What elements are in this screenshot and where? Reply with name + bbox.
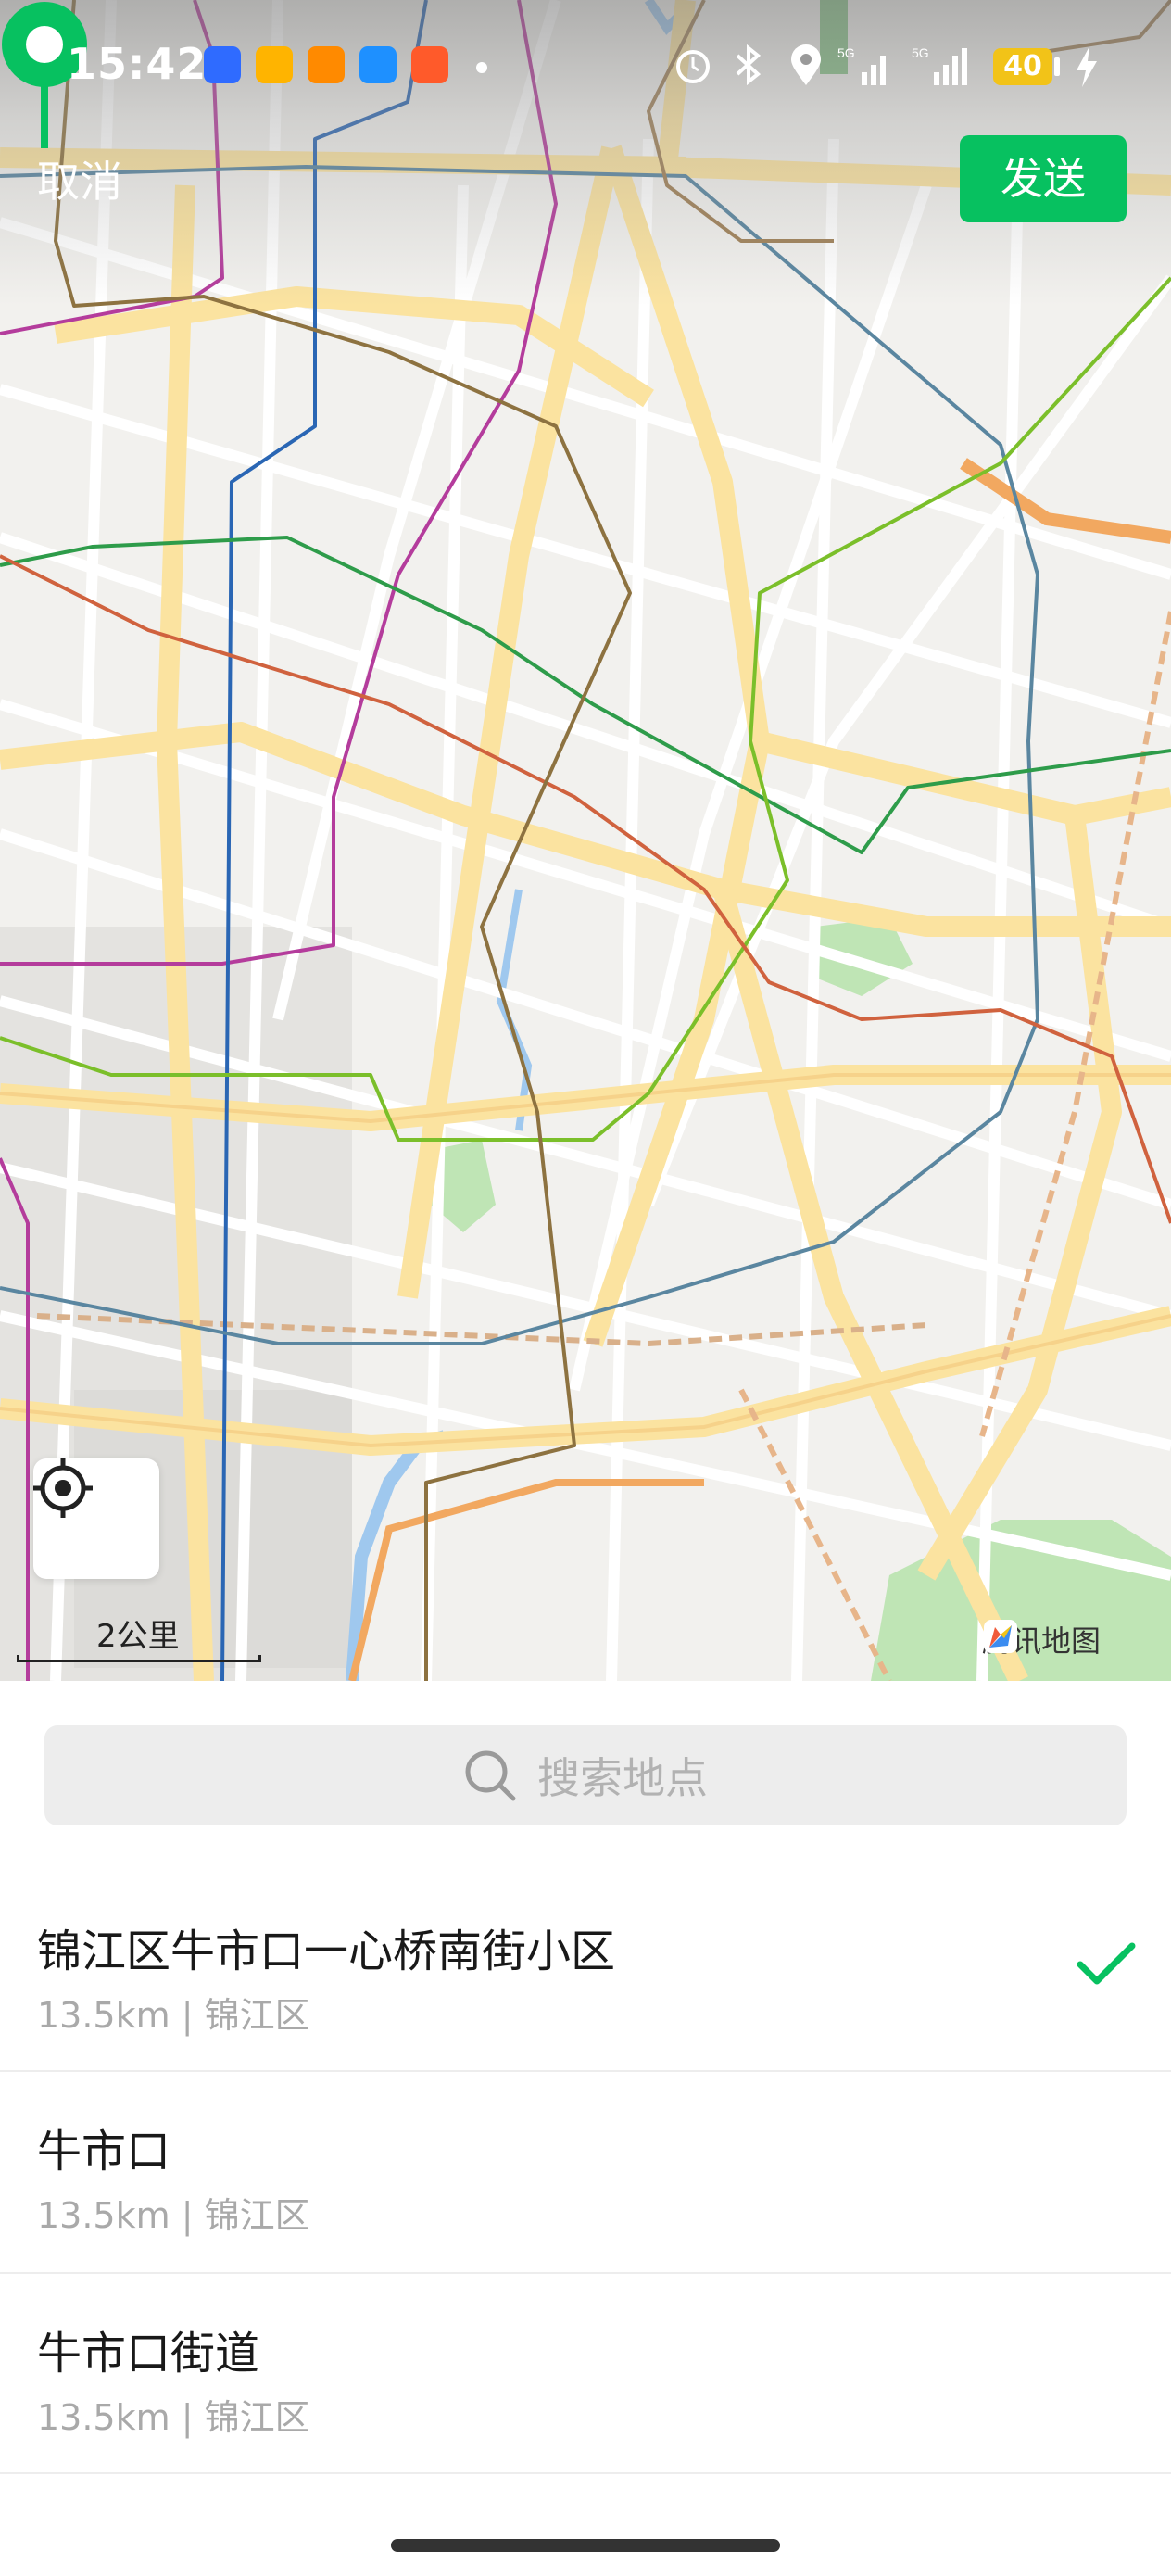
location-name: 牛市口街道	[37, 2328, 260, 2380]
status-bar: 15:42 5G 5G 40	[0, 0, 1171, 139]
selected-check-icon	[1077, 1942, 1136, 1985]
baidu-app-icon	[204, 46, 241, 83]
svg-text:5G: 5G	[837, 45, 855, 60]
location-distance-district: 13.5km | 锦江区	[37, 2195, 310, 2236]
search-icon	[465, 1750, 516, 1801]
search-input[interactable]: 搜索地点	[44, 1725, 1127, 1825]
signal-5g-icon: 5G	[912, 45, 967, 85]
location-name: 牛市口	[37, 2126, 171, 2178]
red-app-icon	[411, 46, 448, 83]
map-view[interactable]: 2公里 腾讯地图	[0, 0, 1171, 1681]
charging-icon	[1077, 46, 1097, 87]
yellow-app-icon	[256, 46, 293, 83]
bluetooth-icon	[736, 44, 762, 85]
list-divider	[0, 2472, 1171, 2474]
send-button[interactable]: 发送	[960, 135, 1127, 222]
location-distance-district: 13.5km | 锦江区	[37, 1995, 310, 2036]
battery-indicator: 40	[993, 48, 1052, 85]
status-time: 15:42	[67, 39, 208, 89]
location-item-selected[interactable]: 锦江区牛市口一心桥南街小区 13.5km | 锦江区	[0, 1872, 1171, 2072]
svg-text:5G: 5G	[912, 45, 929, 60]
home-indicator[interactable]	[391, 2539, 780, 2552]
locate-me-button[interactable]	[33, 1458, 159, 1579]
alarm-icon	[676, 50, 710, 83]
location-item[interactable]: 牛市口街道 13.5km | 锦江区	[0, 2274, 1171, 2474]
location-icon	[791, 44, 821, 85]
cancel-button[interactable]: 取消	[37, 148, 122, 209]
blue-app-icon	[359, 46, 397, 83]
map-scale-bar	[17, 1655, 261, 1662]
map-attribution: 腾讯地图	[982, 1618, 1101, 1661]
location-distance-district: 13.5km | 锦江区	[37, 2397, 310, 2438]
tencent-map-logo-icon	[984, 1620, 1017, 1653]
crosshair-icon	[33, 1458, 93, 1518]
signal-5g-icon: 5G	[837, 45, 886, 85]
search-placeholder: 搜索地点	[537, 1753, 708, 1803]
map-scale-label: 2公里	[96, 1618, 180, 1655]
battery-cap	[1054, 57, 1060, 76]
notification-dot	[476, 62, 487, 73]
location-name: 锦江区牛市口一心桥南街小区	[37, 1926, 616, 1977]
location-item[interactable]: 牛市口 13.5km | 锦江区	[0, 2072, 1171, 2272]
orange-app-icon	[308, 46, 345, 83]
